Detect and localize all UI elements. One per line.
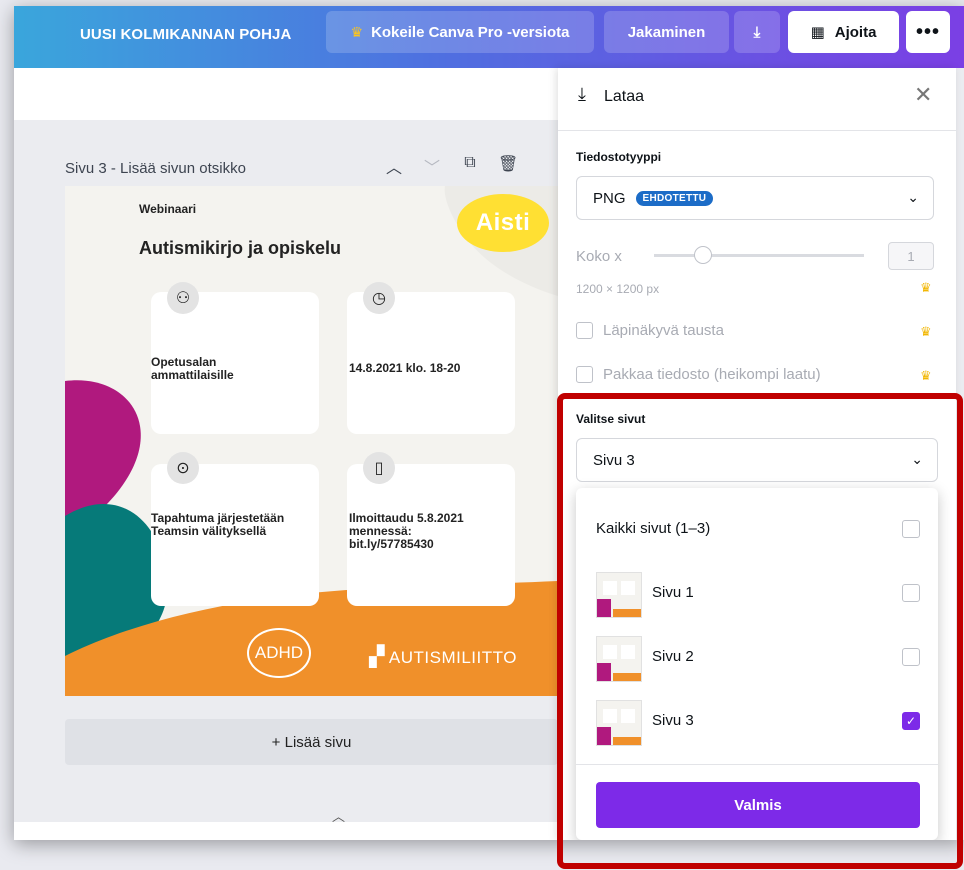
move-page-up-icon[interactable]: ︿ [384, 154, 404, 178]
page-3-checkbox[interactable]: ✓ [902, 712, 920, 730]
download-icon: ⤓ [578, 84, 586, 104]
select-pages-value: Sivu 3 [593, 451, 635, 469]
delete-page-icon[interactable]: 🗑 [498, 154, 518, 178]
autismiliitto-text: AUTISMILIITTO [388, 648, 517, 667]
list-item[interactable]: Sivu 1 [576, 562, 938, 626]
checkmark-icon: ✓ [905, 714, 917, 728]
autismiliitto-mark-icon: ▞ [369, 646, 385, 668]
duplicate-page-icon[interactable]: ⧉ [460, 154, 480, 178]
list-item[interactable]: Sivu 2 [576, 626, 938, 690]
chevron-down-icon: ⌄ [907, 189, 919, 205]
transparent-bg-checkbox[interactable] [576, 322, 593, 339]
size-label: Koko x [576, 248, 622, 265]
design-title[interactable]: UUSI KOLMIKANNAN POHJA [80, 26, 291, 43]
clipboard-icon: ▯ [363, 452, 395, 484]
page-thumbnail [596, 572, 642, 618]
page-controls: ︿ ﹀ ⧉ 🗑 [384, 154, 518, 178]
crown-icon: ♛ [920, 280, 932, 295]
chevron-up-icon[interactable]: ︿ [332, 806, 345, 825]
share-button[interactable]: Jakaminen [604, 11, 729, 53]
aisti-logo: Aisti [457, 194, 549, 252]
pages-dropdown-menu: Kaikki sivut (1–3) Sivu 1 Sivu 2 Sivu 3 … [576, 488, 938, 840]
page-1-checkbox[interactable] [902, 584, 920, 602]
design-title-text: Autismikirjo ja opiskelu [139, 238, 342, 258]
user-check-icon: ⚇ [167, 282, 199, 314]
divider [576, 764, 938, 765]
adhd-logo: ADHD [247, 628, 311, 678]
canvas-area: Sivu 3 - Lisää sivun otsikko ︿ ﹀ ⧉ 🗑 Ais… [14, 68, 558, 840]
autismiliitto-logo: ▞ AUTISMILIITTO [369, 644, 517, 669]
schedule-button[interactable]: ▦ Ajoita [788, 11, 899, 53]
chevron-down-icon: ⌄ [911, 451, 923, 467]
file-type-value: PNG [593, 189, 626, 207]
bottom-bar [14, 822, 558, 840]
try-pro-label: Kokeile Canva Pro -versiota [371, 23, 570, 41]
download-icon: ⤓ [753, 23, 761, 41]
compress-label: Pakkaa tiedosto (heikompi laatu) [603, 366, 821, 383]
page-1-label: Sivu 1 [652, 584, 694, 601]
page-thumbnail [596, 636, 642, 682]
all-pages-checkbox[interactable] [902, 520, 920, 538]
design-kicker: Webinaari [139, 202, 197, 216]
page-thumbnail [596, 700, 642, 746]
clock-icon: ◷ [363, 282, 395, 314]
card-text: Opetusalan ammattilaisille [151, 355, 234, 382]
suggested-badge: EHDOTETTU [635, 190, 714, 206]
transparent-bg-label: Läpinäkyvä tausta [603, 322, 724, 339]
try-pro-button[interactable]: ♛ Kokeile Canva Pro -versiota [326, 11, 594, 53]
crown-icon: ♛ [920, 324, 932, 339]
card-text: 14.8.2021 klo. 18-20 [349, 361, 461, 375]
calendar-icon: ▦ [810, 24, 825, 41]
page-2-checkbox[interactable] [902, 648, 920, 666]
list-item[interactable]: Sivu 3 ✓ [576, 690, 938, 754]
close-icon[interactable]: ✕ [914, 82, 932, 108]
size-slider-track[interactable] [654, 254, 864, 257]
panel-title: Lataa [604, 88, 645, 105]
move-page-down-icon[interactable]: ﹀ [422, 154, 442, 178]
download-panel: ⤓ Lataa ✕ Tiedostotyyppi PNG EHDOTETTU ⌄… [558, 68, 956, 840]
crown-icon: ♛ [350, 23, 364, 40]
card-text: Ilmoittaudu 5.8.2021 mennessä: bit.ly/57… [349, 511, 464, 551]
file-type-label: Tiedostotyyppi [576, 150, 662, 164]
compress-checkbox[interactable] [576, 366, 593, 383]
size-input[interactable]: 1 [888, 242, 934, 270]
page-title[interactable]: Sivu 3 - Lisää sivun otsikko [65, 160, 246, 177]
card-text: Tapahtuma järjestetään Teamsin välitykse… [151, 511, 285, 538]
list-item[interactable]: Kaikki sivut (1–3) [576, 498, 938, 562]
more-button[interactable]: ••• [906, 11, 950, 53]
download-button[interactable]: ⤓ [734, 11, 780, 53]
top-bar: UUSI KOLMIKANNAN POHJA ♛ Kokeile Canva P… [14, 6, 964, 68]
schedule-label: Ajoita [834, 23, 877, 41]
file-type-select[interactable]: PNG EHDOTETTU ⌄ [576, 176, 934, 220]
app-window: UUSI KOLMIKANNAN POHJA ♛ Kokeile Canva P… [14, 6, 964, 840]
add-page-button[interactable]: + Lisää sivu [65, 719, 558, 765]
divider [558, 130, 956, 131]
select-pages-label: Valitse sivut [576, 412, 646, 426]
canvas-toolbar [14, 68, 558, 120]
size-slider-handle[interactable] [694, 246, 712, 264]
design-page[interactable]: Aisti Webinaari Autismikirjo ja opiskelu… [65, 186, 558, 696]
location-pin-icon: ⊙ [167, 452, 199, 484]
transparent-bg-option[interactable]: Läpinäkyvä tausta [576, 322, 724, 339]
all-pages-label: Kaikki sivut (1–3) [596, 520, 711, 537]
compress-option[interactable]: Pakkaa tiedosto (heikompi laatu) [576, 366, 821, 383]
crown-icon: ♛ [920, 368, 932, 383]
page-2-label: Sivu 2 [652, 648, 694, 665]
select-pages-dropdown[interactable]: Sivu 3 ⌄ [576, 438, 938, 482]
size-px-text: 1200 × 1200 px [576, 282, 660, 296]
done-button[interactable]: Valmis [596, 782, 920, 828]
design-background-shapes [65, 186, 558, 696]
page-3-label: Sivu 3 [652, 712, 694, 729]
